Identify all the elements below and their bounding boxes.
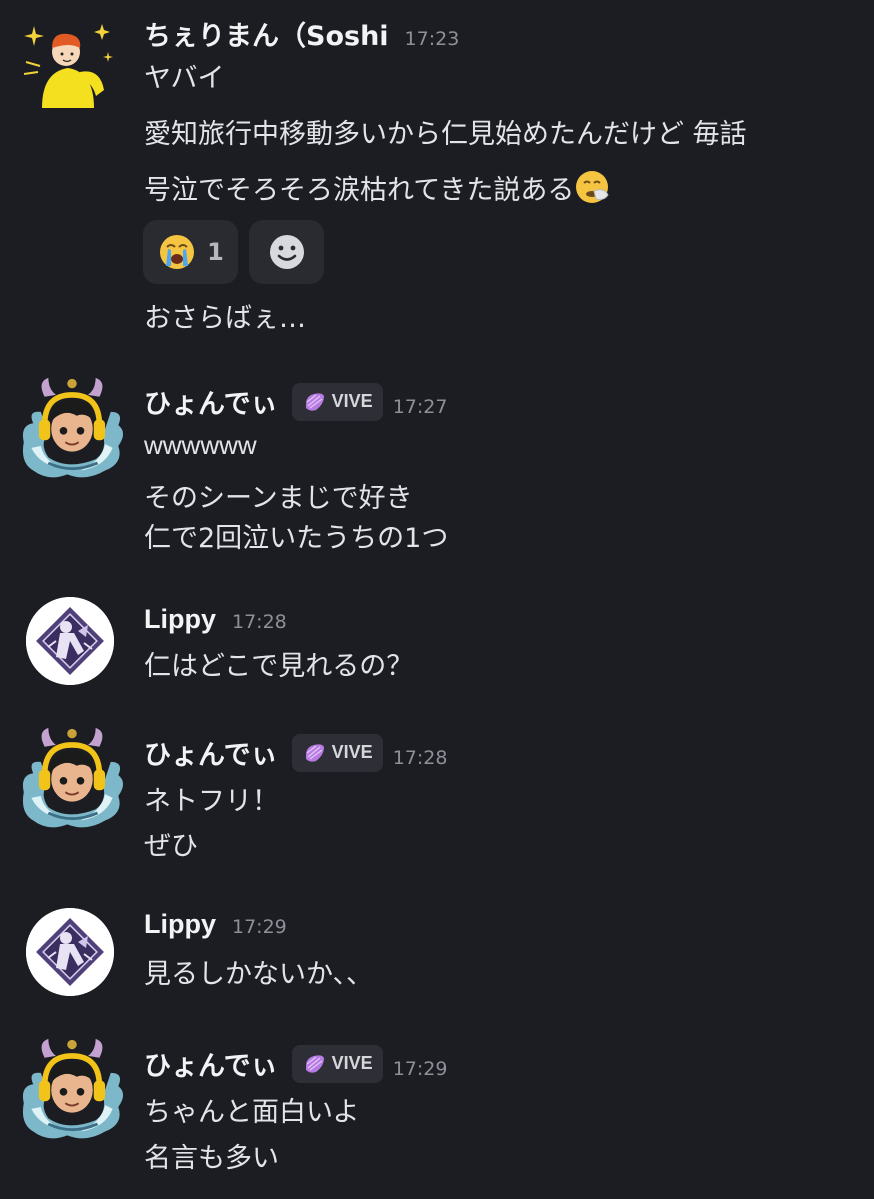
avatar-hyondi-icon xyxy=(20,726,124,830)
username[interactable]: Lippy xyxy=(144,909,216,940)
message-header: ちぇりまん（Soshi 17:23 xyxy=(144,14,459,53)
message-header: Lippy 17:28 xyxy=(144,604,287,635)
avatar[interactable] xyxy=(20,12,116,108)
username[interactable]: ひょんでぃ xyxy=(144,1044,278,1083)
username[interactable]: ひょんでぃ xyxy=(144,382,278,421)
username[interactable]: ひょんでぃ xyxy=(144,733,278,772)
timestamp: 17:28 xyxy=(392,747,448,769)
badge-label: VIVE xyxy=(331,391,373,411)
message-line: 見るしかないか、、 xyxy=(144,959,373,990)
message-line: 号泣でそろそろ涙枯れてきた説ある xyxy=(144,168,610,212)
avatar-lippy-icon xyxy=(26,597,114,685)
message-line: 仁で2回泣いたうちの1つ xyxy=(144,523,449,554)
message-line: 名言も多い xyxy=(144,1143,279,1174)
timestamp: 17:29 xyxy=(232,916,287,938)
message-header: ひょんでぃ VIVE 17:27 xyxy=(144,382,447,421)
username[interactable]: Lippy xyxy=(144,604,216,635)
avatar[interactable] xyxy=(26,908,114,996)
message-line: ネトフリ！ xyxy=(144,786,279,817)
add-reaction-button[interactable] xyxy=(249,220,324,284)
smiley-icon xyxy=(268,233,306,271)
loudly-crying-face-icon xyxy=(157,232,197,272)
avatar[interactable] xyxy=(26,597,114,685)
message-line: おさらばぇ… xyxy=(144,303,306,334)
avatar[interactable] xyxy=(20,1037,120,1141)
sneezing-face-icon xyxy=(574,169,610,212)
avatar-hyondi-icon xyxy=(20,1037,124,1141)
username[interactable]: ちぇりまん（Soshi xyxy=(144,14,389,53)
avatar[interactable] xyxy=(20,376,120,480)
reaction-count: 1 xyxy=(207,238,224,266)
timestamp: 17:27 xyxy=(392,396,448,418)
server-tag-badge[interactable]: VIVE xyxy=(291,733,383,772)
timestamp: 17:29 xyxy=(392,1058,448,1080)
server-tag-badge[interactable]: VIVE xyxy=(291,382,383,421)
avatar[interactable] xyxy=(20,726,120,830)
message-header: ひょんでぃ VIVE 17:29 xyxy=(144,1044,447,1083)
timestamp: 17:23 xyxy=(404,28,460,50)
message-line: 愛知旅行中移動多いから仁見始めたんだけど 毎話 xyxy=(144,119,747,150)
message-header: Lippy 17:29 xyxy=(144,909,287,940)
timestamp: 17:28 xyxy=(232,611,287,633)
gem-icon xyxy=(302,1052,326,1076)
badge-label: VIVE xyxy=(331,742,373,762)
gem-icon xyxy=(302,390,326,414)
message-text: 号泣でそろそろ涙枯れてきた説ある xyxy=(144,175,575,206)
gem-icon xyxy=(302,741,326,765)
avatar-soshi-icon xyxy=(20,12,116,108)
message-line: ぜひ xyxy=(144,831,198,862)
avatar-hyondi-icon xyxy=(20,376,124,480)
avatar-lippy-icon xyxy=(26,908,114,996)
reaction-button[interactable]: 1 xyxy=(143,220,238,284)
message-header: ひょんでぃ VIVE 17:28 xyxy=(144,733,447,772)
message-line: そのシーンまじで好き xyxy=(144,483,413,514)
message-line: wwwwww xyxy=(144,430,257,460)
server-tag-badge[interactable]: VIVE xyxy=(291,1044,383,1083)
message-line: ヤバイ xyxy=(144,63,225,94)
message-line: 仁はどこで見れるの？ xyxy=(144,651,414,682)
badge-label: VIVE xyxy=(331,1053,373,1073)
message-line: ちゃんと面白いよ xyxy=(144,1097,360,1128)
